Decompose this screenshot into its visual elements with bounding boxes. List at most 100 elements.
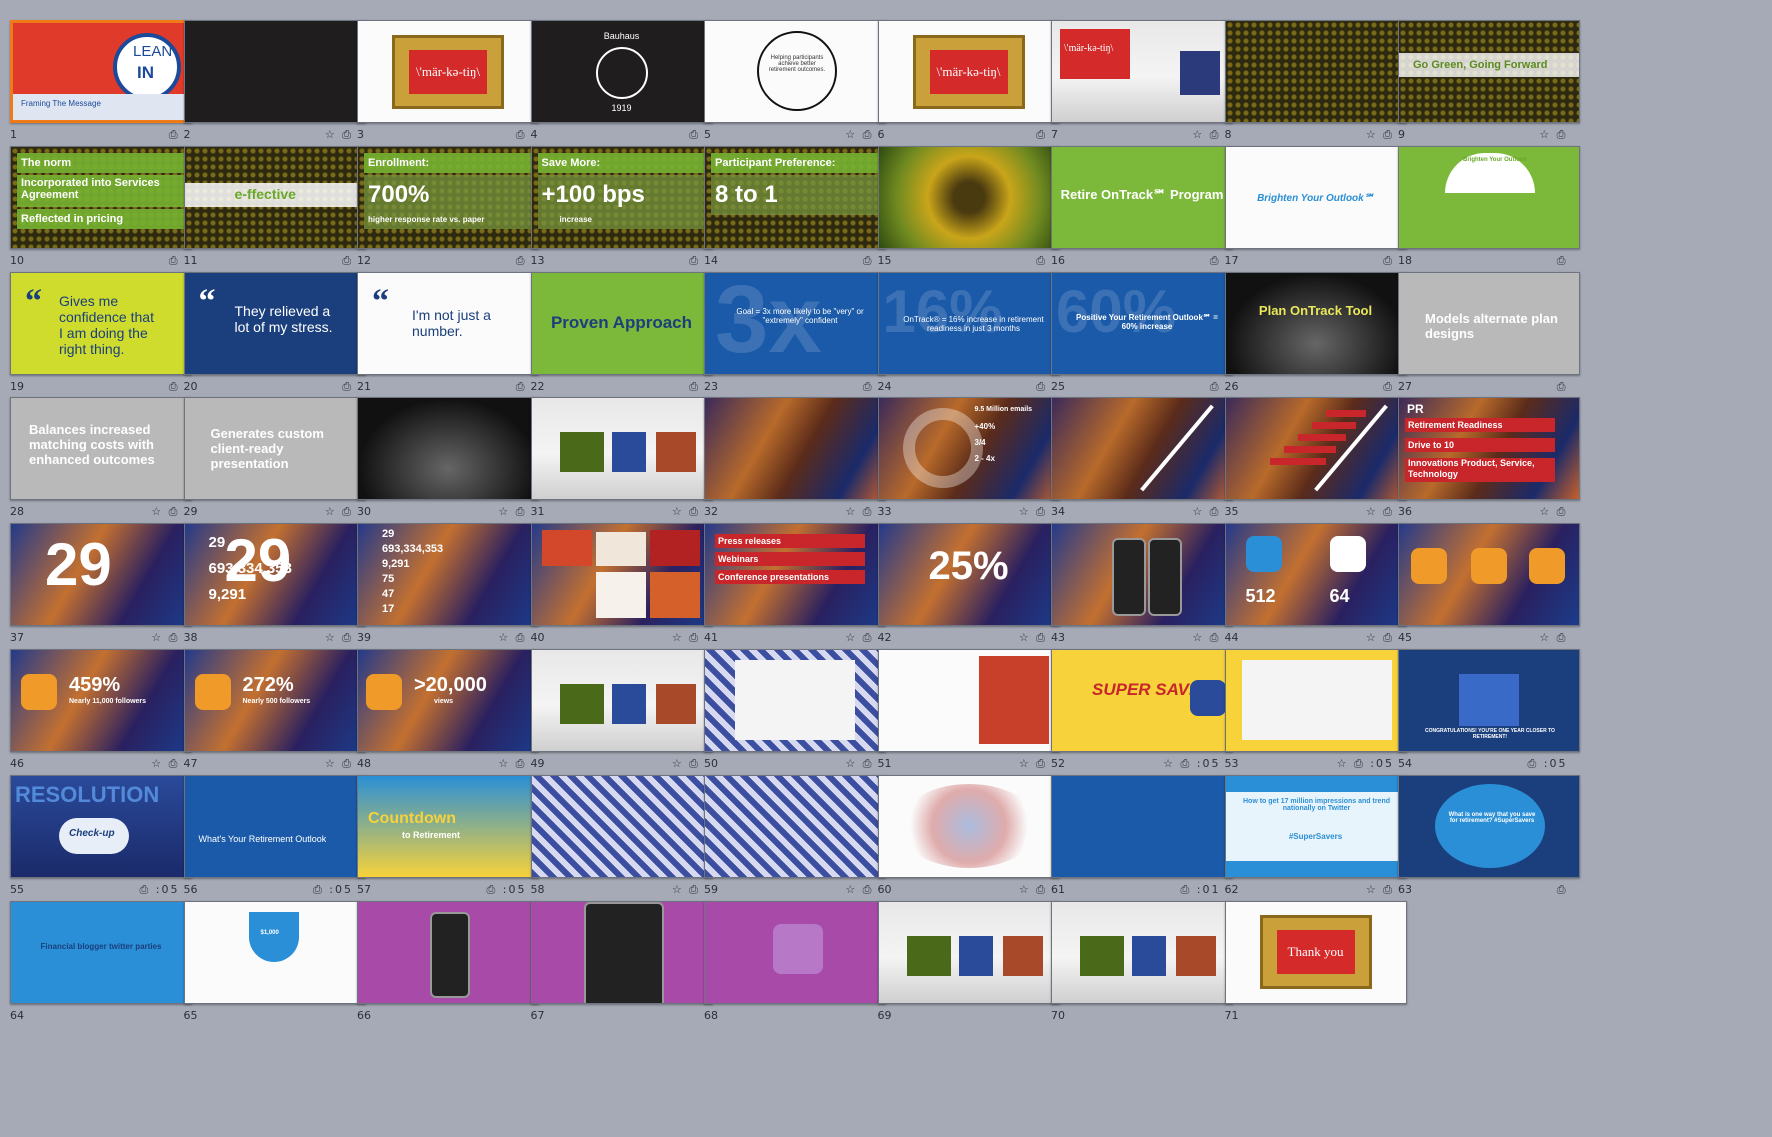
slide-thumbnail-49[interactable]: 49 ☆ ⎙	[521, 629, 713, 770]
slide-thumbnail-30[interactable]: 30 ☆ ⎙	[347, 377, 539, 518]
slide-preview[interactable]: Helping participants achieve better reti…	[704, 20, 886, 123]
slide-preview[interactable]: 29 693,334,353 9,291 75 47 17	[357, 523, 539, 627]
slide-thumbnail-35[interactable]: 35 ☆ ⎙	[1215, 377, 1407, 518]
slide-preview[interactable]	[877, 649, 1060, 752]
slide-thumbnail-63[interactable]: What is one way that you save for retire…	[1388, 755, 1580, 896]
slide-preview[interactable]: Countdown to Retirement	[357, 774, 539, 878]
slide-preview[interactable]	[530, 649, 713, 752]
slide-thumbnail-31[interactable]: 31 ☆ ⎙	[521, 377, 713, 518]
slide-thumbnail-45[interactable]: 45 ☆ ⎙	[1388, 503, 1580, 644]
slide-thumbnail-3[interactable]: \'mär-kə-tiŋ\ 3 ⎙	[347, 0, 539, 141]
slide-thumbnail-5[interactable]: Helping participants achieve better reti…	[694, 0, 886, 141]
slide-thumbnail-16[interactable]: Retire OnTrack℠ Program 16 ⎙	[1041, 126, 1233, 267]
slide-thumbnail-54[interactable]: CONGRATULATIONS! YOU'RE ONE YEAR CLOSER …	[1388, 629, 1580, 770]
slide-thumbnail-29[interactable]: Generates custom client-ready presentati…	[174, 377, 366, 518]
slide-thumbnail-2[interactable]: 2 ☆ ⎙	[174, 0, 366, 141]
slide-thumbnail-21[interactable]: “I'm not just a number. 21 ⎙	[347, 252, 539, 393]
slide-preview[interactable]: 9.5 Million emails +40% 3/4 2 - 4x	[877, 397, 1060, 501]
slide-preview[interactable]: Generates custom client-ready presentati…	[183, 397, 366, 501]
slide-thumbnail-23[interactable]: 3x Goal = 3x more likely to be "very" or …	[694, 252, 886, 393]
slide-preview[interactable]: Models alternate plan designs	[1398, 271, 1580, 375]
slide-thumbnail-62[interactable]: How to get 17 million impressions and tr…	[1215, 755, 1407, 896]
slide-thumbnail-6[interactable]: \'mär-kə-tiŋ\ 6 ⎙	[868, 0, 1060, 141]
slide-thumbnail-69[interactable]: 69	[868, 881, 1060, 1022]
slide-thumbnail-14[interactable]: Participant Preference: 8 to 1 14 ⎙	[694, 126, 886, 267]
slide-thumbnail-33[interactable]: 9.5 Million emails +40% 3/4 2 - 4x 33 ☆ ⎙	[868, 377, 1060, 518]
slide-thumbnail-11[interactable]: e-ffective 11 ⎙	[174, 126, 366, 267]
slide-thumbnail-52[interactable]: SUPER SAVER 52 ☆ ⎙ :05	[1041, 629, 1233, 770]
slide-preview[interactable]: What is one way that you save for retire…	[1398, 774, 1580, 878]
slide-thumbnail-59[interactable]: 59 ☆ ⎙	[694, 755, 886, 896]
slide-thumbnail-57[interactable]: Countdown to Retirement 57 ⎙ :05	[347, 755, 539, 896]
slide-preview[interactable]: \'mär-kə-tiŋ\	[1051, 20, 1233, 123]
slide-preview[interactable]	[1224, 20, 1407, 123]
slide-preview[interactable]	[1224, 397, 1407, 501]
slide-preview[interactable]	[1051, 774, 1233, 878]
slide-thumbnail-20[interactable]: “They relieved a lot of my stress. 20 ⎙	[174, 252, 366, 393]
slide-preview[interactable]: LEAN IN Framing The Message	[10, 20, 192, 123]
slide-thumbnail-65[interactable]: $1,000 65	[174, 881, 366, 1022]
slide-preview[interactable]	[877, 774, 1060, 878]
slide-preview[interactable]: \'mär-kə-tiŋ\	[877, 20, 1060, 123]
slide-thumbnail-58[interactable]: 58 ☆ ⎙	[521, 755, 713, 896]
slide-preview[interactable]	[530, 900, 713, 1004]
slide-thumbnail-32[interactable]: 32 ☆ ⎙	[694, 377, 886, 518]
slide-preview[interactable]	[1051, 523, 1233, 627]
slide-preview[interactable]	[1051, 397, 1233, 501]
slide-preview[interactable]	[183, 20, 366, 123]
slide-preview[interactable]: The norm Incorporated into Services Agree…	[10, 145, 192, 249]
slide-thumbnail-17[interactable]: Brighten Your Outlook℠ 17 ⎙	[1215, 126, 1407, 267]
slide-preview[interactable]: Balances increased matching costs with e…	[10, 397, 192, 501]
slide-thumbnail-4[interactable]: Bauhaus 1919 4 ⎙	[521, 0, 713, 141]
slide-preview[interactable]: “ I'm not just a number.	[357, 271, 539, 375]
slide-preview[interactable]: Brighten Your Outlook	[1398, 145, 1580, 249]
slide-preview[interactable]: Retire OnTrack℠ Program	[1051, 145, 1233, 249]
slide-preview[interactable]: What's Your Retirement Outlook	[183, 774, 366, 878]
slide-thumbnail-44[interactable]: 512 64 44 ☆ ⎙	[1215, 503, 1407, 644]
slide-thumbnail-9[interactable]: Go Green, Going Forward 9 ☆ ⎙	[1388, 0, 1580, 141]
slide-preview[interactable]: Go Green, Going Forward	[1398, 20, 1580, 123]
slide-thumbnail-26[interactable]: Plan OnTrack Tool 26 ⎙	[1215, 252, 1407, 393]
slide-preview[interactable]	[1398, 523, 1580, 627]
slide-preview[interactable]: Press releases Webinars Conference present…	[704, 523, 886, 627]
slide-preview[interactable]: 272% Nearly 500 followers	[183, 649, 366, 752]
slide-thumbnail-18[interactable]: Brighten Your Outlook 18 ⎙	[1388, 126, 1580, 267]
slide-thumbnail-60[interactable]: 60 ☆ ⎙	[868, 755, 1060, 896]
slide-preview[interactable]	[357, 900, 539, 1004]
slide-preview[interactable]	[1051, 900, 1233, 1004]
slide-preview[interactable]: 459% Nearly 11,000 followers	[10, 649, 192, 752]
slide-thumbnail-39[interactable]: 29 693,334,353 9,291 75 47 17 39 ☆ ⎙	[347, 503, 539, 644]
slide-thumbnail-8[interactable]: 8 ☆ ⎙	[1215, 0, 1407, 141]
slide-preview[interactable]: Plan OnTrack Tool	[1224, 271, 1407, 375]
slide-preview[interactable]: “ They relieved a lot of my stress.	[183, 271, 366, 375]
slide-thumbnail-43[interactable]: 43 ☆ ⎙	[1041, 503, 1233, 644]
slide-thumbnail-40[interactable]: 40 ☆ ⎙	[521, 503, 713, 644]
slide-thumbnail-70[interactable]: 70	[1041, 881, 1233, 1022]
slide-preview[interactable]: 29	[10, 523, 192, 627]
slide-thumbnail-41[interactable]: Press releases Webinars Conference present…	[694, 503, 886, 644]
slide-thumbnail-56[interactable]: What's Your Retirement Outlook 56 ⎙ :05	[174, 755, 366, 896]
slide-preview[interactable]	[530, 774, 713, 878]
slide-preview[interactable]	[530, 523, 713, 627]
slide-preview[interactable]: PR Retirement Readiness Drive to 10 Innovat…	[1398, 397, 1580, 501]
slide-thumbnail-36[interactable]: PR Retirement Readiness Drive to 10 Innovat…	[1388, 377, 1580, 518]
slide-thumbnail-68[interactable]: 68	[694, 881, 886, 1022]
slide-preview[interactable]: RESOLUTION Check-up	[10, 774, 192, 878]
slide-preview[interactable]: e-ffective	[183, 145, 366, 249]
slide-thumbnail-25[interactable]: 60% Positive Your Retirement Outlook℠ = 6…	[1041, 252, 1233, 393]
slide-thumbnail-10[interactable]: The norm Incorporated into Services Agree…	[0, 126, 192, 267]
slide-thumbnail-66[interactable]: 66	[347, 881, 539, 1022]
slide-preview[interactable]: 25%	[877, 523, 1060, 627]
slide-preview[interactable]: \'mär-kə-tiŋ\	[357, 20, 539, 123]
slide-thumbnail-64[interactable]: Financial blogger twitter parties 64	[0, 881, 192, 1022]
slide-thumbnail-15[interactable]: 15 ⎙	[868, 126, 1060, 267]
slide-thumbnail-28[interactable]: Balances increased matching costs with e…	[0, 377, 192, 518]
slide-preview[interactable]: 29 693,334,353 9,291 29	[183, 523, 366, 627]
slide-preview[interactable]	[357, 397, 539, 501]
slide-thumbnail-46[interactable]: 459% Nearly 11,000 followers 46 ☆ ⎙	[0, 629, 192, 770]
slide-preview[interactable]: Bauhaus 1919	[530, 20, 713, 123]
slide-preview[interactable]: Participant Preference: 8 to 1	[704, 145, 886, 249]
slide-preview[interactable]: Financial blogger twitter parties	[10, 900, 192, 1004]
slide-preview[interactable]: Save More: +100 bps increase	[530, 145, 713, 249]
slide-preview[interactable]	[704, 900, 886, 1004]
